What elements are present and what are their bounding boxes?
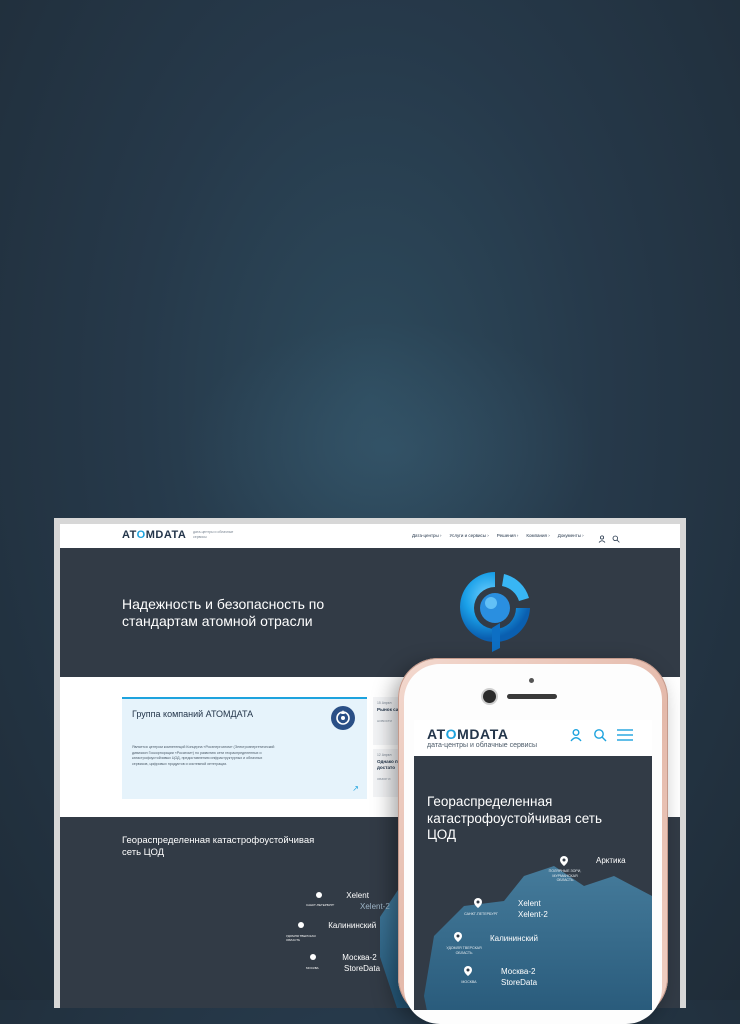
pin-icon: [464, 966, 472, 976]
atom-orb-icon: [456, 568, 534, 658]
nav-item-company[interactable]: Компания ›: [526, 533, 549, 538]
mobile-logo[interactable]: ATOMDATA: [427, 726, 509, 742]
nav-item-datacenters[interactable]: Дата-центры ›: [412, 533, 442, 538]
desktop-logo[interactable]: ATOMDATA: [122, 529, 186, 541]
rosatom-logo-icon: [331, 706, 355, 730]
phone-camera: [483, 690, 496, 703]
pin-label: Москва-2: [501, 967, 536, 976]
company-card-title: Группа компаний АТОМДАТА: [132, 709, 254, 719]
desktop-tagline: дата-центры и облачные сервисы: [193, 530, 234, 539]
map-pin-moscow[interactable]: [464, 966, 472, 978]
user-icon[interactable]: [598, 530, 606, 543]
mobile-header: ATOMDATA дата-центры и облачные сервисы: [414, 720, 652, 756]
pin-icon: [316, 892, 322, 898]
pin-icon: [454, 932, 462, 942]
pin-label: Москва-2: [342, 953, 377, 962]
pin-label: Арктика: [596, 856, 626, 865]
mobile-tagline: дата-центры и облачные сервисы: [427, 742, 538, 749]
map-pin-arktika[interactable]: [560, 856, 568, 868]
pin-label: Xelent: [346, 891, 369, 900]
phone-sensor: [529, 678, 534, 683]
mobile-header-icons: [569, 728, 633, 742]
search-icon[interactable]: [593, 728, 607, 742]
pin-sub: САНКТ-ПЕТЕРБУРГ: [306, 903, 335, 907]
pin-sub: САНКТ-ПЕТЕРБУРГ: [464, 912, 498, 916]
map-pin-xelent[interactable]: Xelent: [316, 891, 369, 900]
pin-sub: МОСКВА: [461, 980, 477, 984]
map-pin-kalininsky[interactable]: [454, 932, 462, 944]
company-card-text: Является центром компетенций Концерна «Р…: [132, 745, 275, 766]
nav-item-documents[interactable]: Документы ›: [558, 533, 584, 538]
pin-sub: УДОМЛЯ ТВЕРСКАЯ ОБЛАСТЬ: [286, 934, 316, 942]
map-pin-xelent[interactable]: [474, 898, 482, 910]
pin-sub: МОСКВА: [306, 966, 319, 970]
logo-text-o: O: [136, 529, 146, 541]
search-icon[interactable]: [612, 530, 620, 543]
phone-speaker: [507, 694, 557, 699]
map-pin-moscow[interactable]: Москва-2: [310, 953, 377, 962]
map-pin-kalininsky[interactable]: Калининский: [298, 921, 376, 930]
nav-item-solutions[interactable]: Решения ›: [497, 533, 519, 538]
pin-icon: [560, 856, 568, 866]
pin-label-2: Xelent-2: [360, 902, 390, 911]
logo-text-b: MDATA: [457, 726, 509, 742]
logo-text-o: O: [445, 726, 458, 742]
menu-icon[interactable]: [617, 728, 633, 742]
pin-label-2: StoreData: [344, 964, 381, 973]
logo-text-a: AT: [122, 529, 137, 541]
mobile-screen: ATOMDATA дата-центры и облачные сервисы …: [414, 720, 652, 1010]
mobile-map-section: Георaспределенная катастрофоустойчивая с…: [414, 756, 652, 1010]
hero-title: Надежность и безопасность по стандартам …: [122, 596, 325, 629]
pin-label: Калининский: [328, 921, 377, 930]
map-title: Георaспределенная катастрофоустойчивая с…: [122, 835, 315, 858]
user-icon[interactable]: [569, 728, 583, 742]
nav-item-services[interactable]: Услуги и сервисы ›: [450, 533, 489, 538]
mobile-map-title: Георaспределенная катастрофоустойчивая с…: [427, 794, 602, 842]
pin-sub: ПОЛЯРНЫЕ ЗОРИ, МУРМАНСКАЯ ОБЛАСТЬ: [548, 869, 582, 882]
logo-text-a: AT: [427, 726, 446, 742]
pin-label: Xelent: [518, 899, 541, 908]
pin-icon: [298, 922, 304, 928]
desktop-nav: Дата-центры › Услуги и сервисы › Решения…: [412, 533, 584, 538]
pin-label-2: StoreData: [501, 978, 538, 987]
company-card[interactable]: Группа компаний АТОМДАТА Является центро…: [122, 697, 367, 799]
arrow-icon[interactable]: ↗: [352, 784, 359, 793]
desktop-header-icons: [598, 530, 620, 543]
pin-sub: УДОМЛЯ ТВЕРСКАЯ ОБЛАСТЬ: [446, 946, 482, 955]
pin-label: Калининский: [490, 934, 538, 943]
logo-text-b: MDATA: [145, 529, 187, 541]
pin-label-2: Xelent-2: [518, 910, 548, 919]
pin-icon: [310, 954, 316, 960]
pin-icon: [474, 898, 482, 908]
desktop-header: ATOMDATA дата-центры и облачные сервисы …: [60, 524, 680, 549]
